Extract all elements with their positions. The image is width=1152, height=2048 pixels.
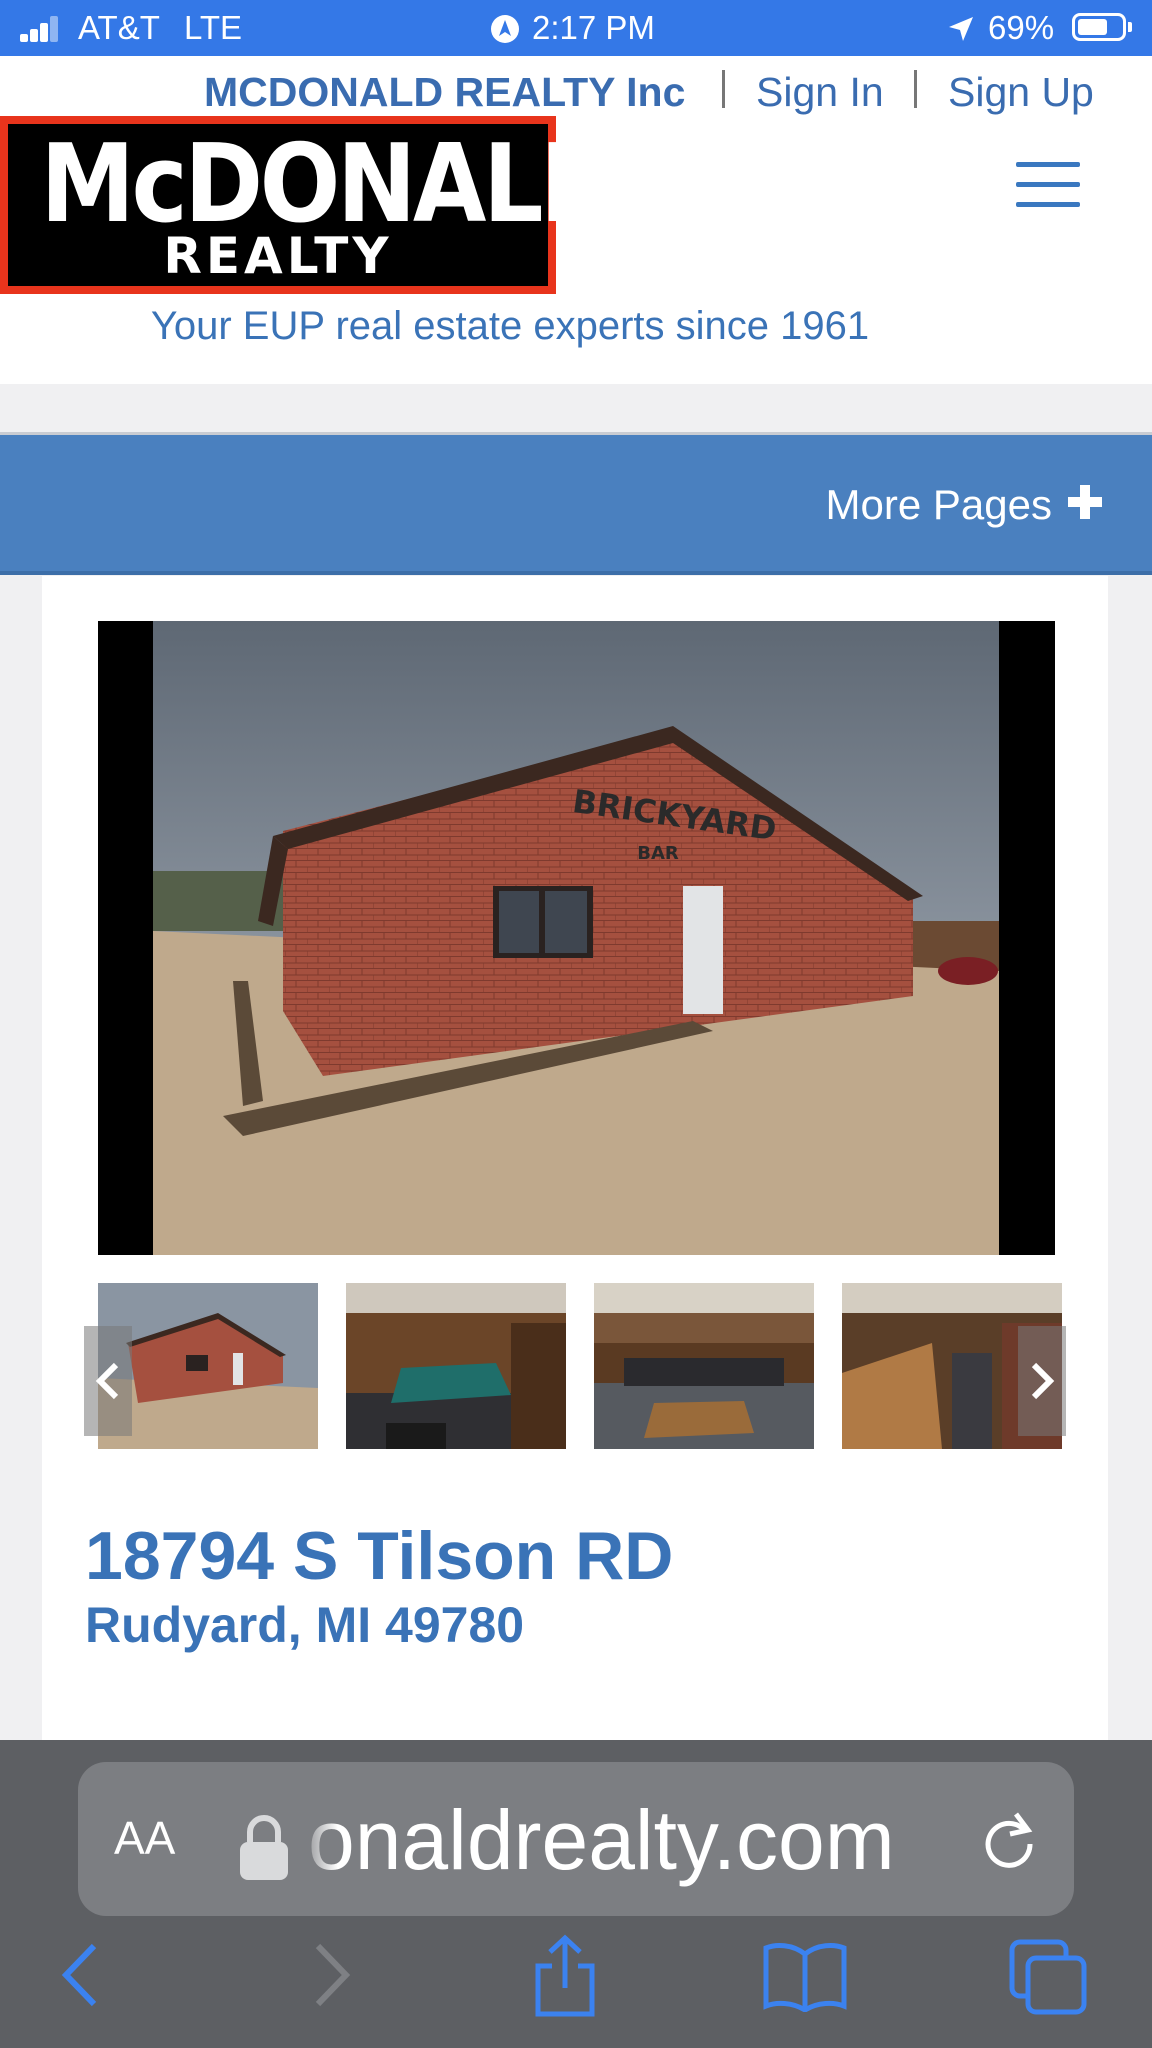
battery-icon [1072, 13, 1126, 41]
main-photo-viewer[interactable]: BRICKYARD BAR [98, 621, 1055, 1255]
back-icon[interactable] [56, 1940, 106, 2010]
location-arrow-icon [949, 17, 973, 41]
text-size-button[interactable]: AA [114, 1808, 175, 1868]
address-street: 18794 S Tilson RD [85, 1518, 674, 1594]
sign-up-link[interactable]: Sign Up [948, 64, 1094, 120]
url-text[interactable]: onaldrealty.com [308, 1790, 895, 1890]
site-header: MCDONALD REALTY Inc Sign In Sign Up McDO… [0, 56, 1152, 384]
divider [722, 70, 725, 108]
divider [914, 70, 917, 108]
gallery-next-button[interactable] [1018, 1326, 1066, 1436]
company-logo[interactable]: McDONALD REALTY [0, 116, 619, 294]
location-services-icon [491, 15, 519, 43]
sign-in-link[interactable]: Sign In [756, 64, 884, 120]
hamburger-menu-icon[interactable] [1016, 162, 1080, 208]
reload-icon[interactable] [978, 1808, 1040, 1870]
address-bar[interactable]: AA onaldrealty.com [78, 1762, 1074, 1916]
network-label: LTE [184, 9, 243, 46]
logo-line2: REALTY [163, 227, 393, 285]
sign-text-2: BAR [637, 843, 679, 864]
status-bar: AT&T LTE 2:17 PM 69% [0, 0, 1152, 56]
address-city: Rudyard, MI 49780 [85, 1597, 525, 1653]
bookmarks-icon[interactable] [762, 1940, 848, 2012]
chevron-left-icon [95, 1362, 119, 1400]
browser-toolbar: AA onaldrealty.com [0, 1740, 1152, 2048]
carrier-label: AT&T [78, 9, 160, 46]
company-home-link[interactable]: MCDONALD REALTY Inc [204, 64, 685, 120]
lock-icon [240, 1815, 288, 1880]
share-icon[interactable] [530, 1934, 600, 2018]
thumbnail-pool-table-room[interactable] [346, 1283, 566, 1449]
tabs-icon[interactable] [1008, 1938, 1088, 2016]
logo-line1: McDONALD [40, 122, 619, 247]
listing-card: BRICKYARD BAR 18794 S Tilson RD Rudyard,… [42, 576, 1108, 1740]
plus-icon [1068, 485, 1102, 519]
gallery-prev-button[interactable] [84, 1326, 132, 1436]
listing-photo[interactable]: BRICKYARD BAR [153, 621, 999, 1255]
signal-icon [20, 16, 58, 42]
tagline: Your EUP real estate experts since 1961 [150, 304, 870, 348]
header-divider [0, 384, 1152, 435]
battery-percent: 69% [988, 9, 1055, 46]
clock: 2:17 PM [532, 9, 655, 46]
more-pages-bar[interactable]: More Pages [0, 435, 1152, 575]
forward-icon[interactable] [306, 1940, 356, 2010]
chevron-right-icon [1031, 1362, 1055, 1400]
more-pages-label: More Pages [825, 481, 1052, 528]
thumbnail-bar-stools[interactable] [594, 1283, 814, 1449]
